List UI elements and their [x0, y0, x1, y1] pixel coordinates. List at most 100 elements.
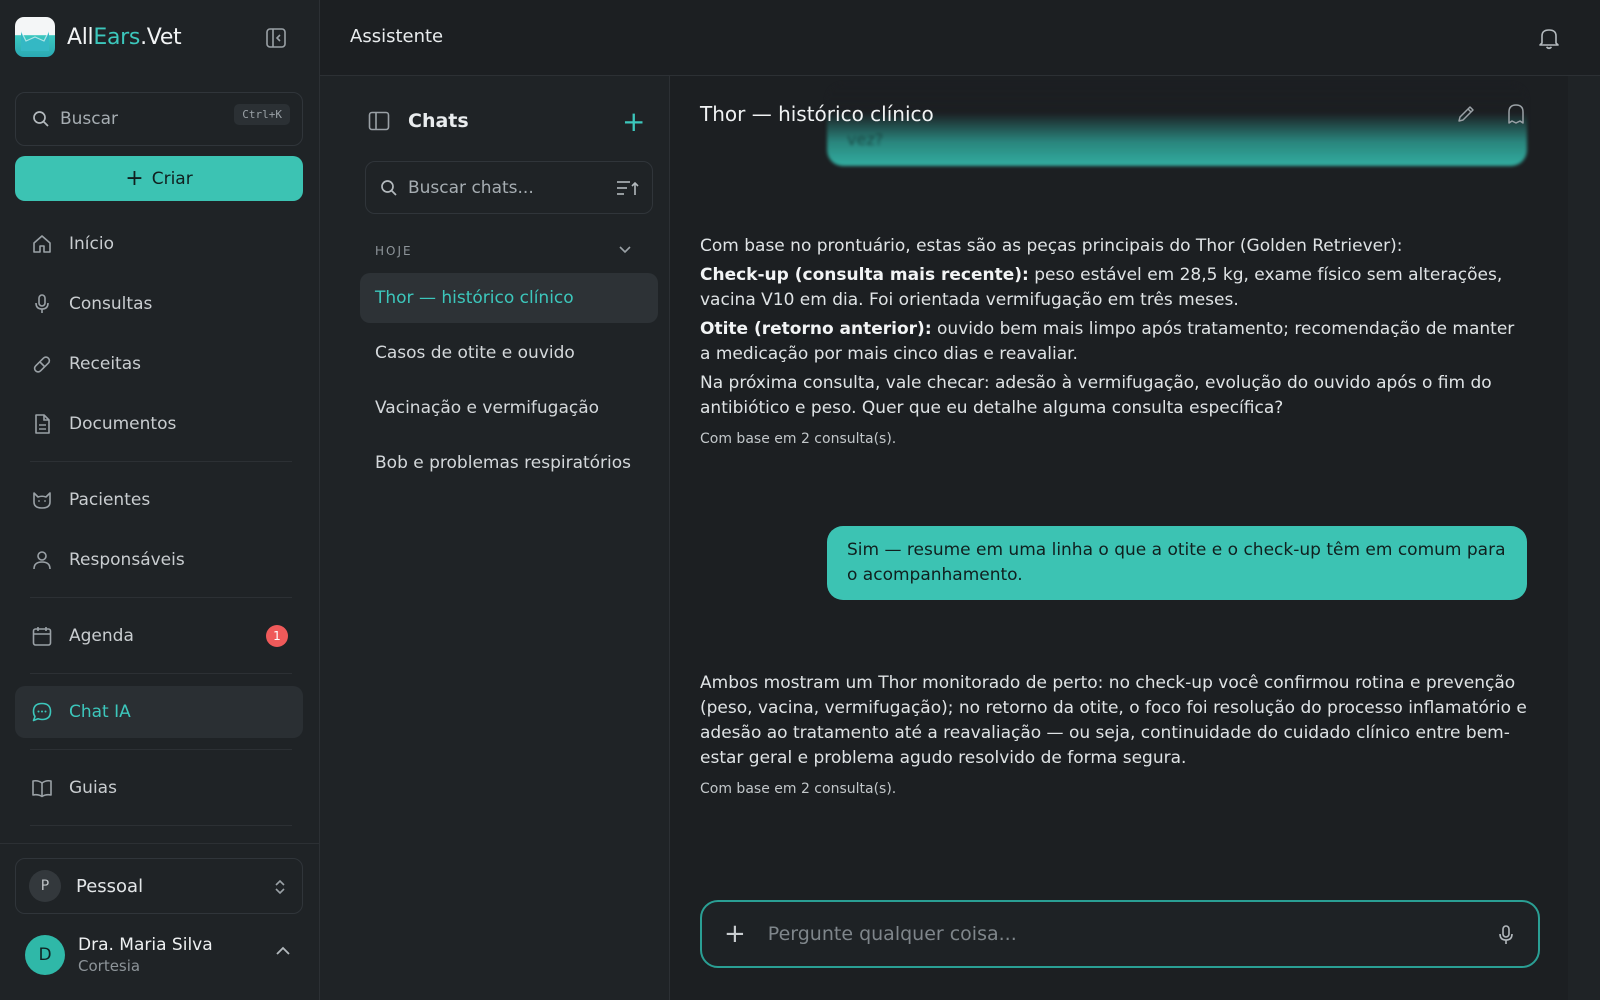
workspace-avatar: P	[29, 870, 61, 902]
user-message-bubble: Sim — resume em uma linha o que a otite …	[827, 526, 1527, 600]
pencil-icon	[1458, 106, 1474, 122]
brand[interactable]: AllEars.Vet	[15, 17, 182, 57]
sidebar-item-consultas[interactable]: Consultas	[15, 278, 303, 330]
notifications-button[interactable]	[1538, 26, 1560, 54]
brand-name: AllEars.Vet	[67, 24, 182, 50]
sidebar-item-label: Receitas	[69, 354, 141, 374]
book-icon	[32, 779, 52, 798]
sidebar-item-documentos[interactable]: Documentos	[15, 398, 303, 450]
message-source-note: Com base em 2 consulta(s).	[700, 431, 897, 447]
ghost-icon	[1508, 104, 1524, 124]
user-name: Dra. Maria Silva	[78, 935, 213, 955]
user-profile[interactable]: D Dra. Maria Silva Cortesia	[25, 935, 213, 975]
user-plan: Cortesia	[78, 957, 141, 975]
rename-chat-button[interactable]	[1456, 104, 1476, 128]
cat-icon	[33, 492, 51, 509]
user-icon	[33, 551, 51, 570]
sidebar: AllEars.Vet Ctrl+K + Criar Início Consu	[0, 0, 320, 1000]
sidebar-item-chat-ia[interactable]: Chat IA	[15, 686, 303, 738]
assistant-message-intro: Com base no prontuário, estas são as peç…	[700, 236, 1403, 256]
search-shortcut-hint: Ctrl+K	[234, 104, 290, 125]
workspace-switcher[interactable]: P Pessoal	[15, 858, 303, 914]
panel-icon[interactable]	[368, 111, 390, 131]
sidebar-item-label: Consultas	[69, 294, 153, 314]
sidebar-item-pacientes[interactable]: Pacientes	[15, 474, 303, 526]
search-icon	[381, 179, 397, 196]
home-icon	[33, 235, 51, 253]
assistant-message: Com base no prontuário, estas são as peç…	[700, 234, 1530, 452]
collapse-sidebar-button[interactable]	[265, 27, 287, 49]
temporary-chat-button[interactable]	[1506, 103, 1526, 129]
assistant-message: Ambos mostram um Thor monitorado de pert…	[700, 671, 1530, 802]
sidebar-item-label: Agenda	[69, 626, 134, 646]
faded-message-text: vez?	[847, 130, 884, 149]
chat-item[interactable]: Thor — histórico clínico	[360, 273, 658, 323]
sidebar-item-agenda[interactable]: Agenda 1	[15, 610, 303, 662]
nav-divider	[30, 673, 292, 674]
nav-divider	[30, 597, 292, 598]
sort-icon[interactable]	[616, 178, 640, 198]
top-bar: Assistente	[320, 0, 1600, 76]
sidebar-item-inicio[interactable]: Início	[15, 218, 303, 270]
create-button[interactable]: + Criar	[15, 156, 303, 201]
calendar-icon	[32, 627, 52, 646]
chat-list-panel: Chats + HOJE Thor — histórico clínico Ca…	[320, 76, 670, 1000]
chat-item[interactable]: Bob e problemas respiratórios	[360, 438, 658, 488]
message-input[interactable]	[767, 923, 1448, 945]
nav-divider	[30, 461, 292, 462]
sidebar-footer-divider	[0, 843, 320, 844]
brand-name-prefix: All	[67, 24, 94, 50]
chevron-down-icon[interactable]	[618, 242, 632, 256]
voice-input-button[interactable]	[1498, 924, 1514, 950]
document-icon	[35, 414, 50, 434]
agenda-count-badge: 1	[266, 625, 288, 647]
allears-logo-icon	[15, 17, 55, 57]
microphone-icon	[35, 294, 49, 313]
workspace-label: Pessoal	[76, 875, 144, 897]
sidebar-item-responsaveis[interactable]: Responsáveis	[15, 534, 303, 586]
point-label: Check-up (consulta mais recente):	[700, 265, 1029, 285]
page-title: Assistente	[350, 26, 444, 47]
avatar: D	[25, 935, 65, 975]
assistant-message-text: Ambos mostram um Thor monitorado de pert…	[700, 673, 1527, 768]
global-search[interactable]: Ctrl+K	[15, 92, 303, 146]
brand-name-accent: Ears	[93, 24, 141, 50]
chat-search[interactable]	[365, 161, 653, 214]
sidebar-item-receitas[interactable]: Receitas	[15, 338, 303, 390]
message-composer[interactable]: +	[700, 900, 1540, 968]
assistant-message-point: Otite (retorno anterior): ouvido bem mai…	[700, 317, 1530, 367]
chat-search-input[interactable]	[408, 177, 598, 198]
sidebar-item-label: Guias	[69, 778, 117, 798]
new-chat-button[interactable]: +	[622, 108, 645, 136]
conversation-title: Thor — histórico clínico	[700, 102, 934, 126]
conversation-panel: vez? Thor — histórico clínico Com base n…	[670, 76, 1568, 1000]
search-icon	[33, 111, 49, 127]
chevron-up-icon[interactable]	[274, 945, 292, 957]
chevron-up-down-icon	[275, 879, 285, 895]
pill-icon	[33, 356, 51, 373]
scrollbar[interactable]	[1568, 76, 1600, 1000]
chat-item[interactable]: Casos de otite e ouvido	[360, 328, 658, 378]
bell-icon	[1539, 29, 1559, 50]
sidebar-collapse-icon	[266, 28, 286, 48]
global-search-input[interactable]	[60, 109, 220, 129]
sidebar-item-label: Responsáveis	[69, 550, 185, 570]
sidebar-item-label: Pacientes	[69, 490, 151, 510]
chat-icon	[32, 702, 52, 722]
sidebar-item-label: Documentos	[69, 414, 177, 434]
chat-item[interactable]: Vacinação e vermifugação	[360, 383, 658, 433]
message-source-note: Com base em 2 consulta(s).	[700, 781, 897, 797]
sidebar-item-label: Chat IA	[69, 702, 131, 722]
nav-divider	[30, 749, 292, 750]
sidebar-item-guias[interactable]: Guias	[15, 762, 303, 814]
microphone-icon	[1499, 925, 1513, 944]
sidebar-item-label: Início	[69, 234, 114, 254]
plus-icon: +	[622, 105, 646, 138]
nav-divider	[30, 825, 292, 826]
attach-plus-icon[interactable]: +	[724, 921, 746, 947]
assistant-message-point: Check-up (consulta mais recente): peso e…	[700, 263, 1530, 313]
chat-list-title: Chats	[408, 110, 469, 132]
plus-icon: +	[125, 165, 144, 191]
assistant-message-closing: Na próxima consulta, vale checar: adesão…	[700, 373, 1492, 418]
chat-section-label: HOJE	[375, 244, 413, 258]
